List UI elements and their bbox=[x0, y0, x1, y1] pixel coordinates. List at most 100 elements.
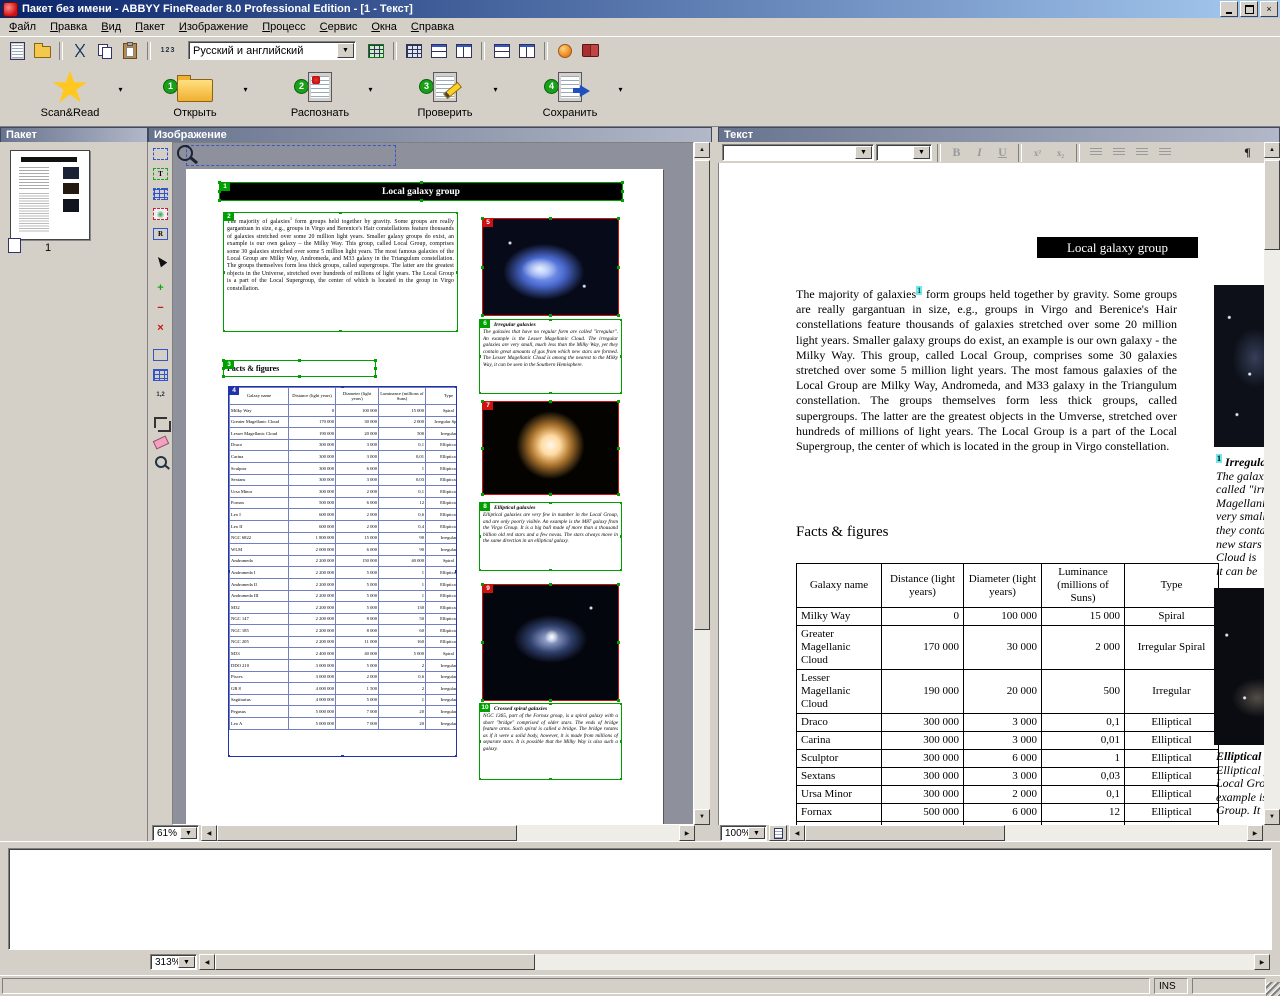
renumber-zones-tool[interactable]: 1,2 bbox=[151, 386, 171, 404]
resize-grip[interactable] bbox=[1266, 982, 1280, 996]
new-batch-button[interactable] bbox=[6, 40, 28, 62]
zone-photo-spiral-galaxy[interactable]: 9 bbox=[481, 583, 620, 702]
recognition-language-combo[interactable]: Русский и английский ▼ bbox=[188, 41, 356, 60]
align-justify-button[interactable] bbox=[1154, 144, 1175, 162]
show-formatting-button[interactable]: ¶ bbox=[1237, 144, 1258, 162]
combo-dropdown-icon[interactable]: ▼ bbox=[855, 146, 872, 159]
combo-dropdown-icon[interactable]: ▼ bbox=[913, 146, 930, 159]
eraser-tool[interactable] bbox=[151, 433, 171, 451]
open-image-button[interactable]: 1 Открыть bbox=[151, 69, 239, 119]
zone-facts-heading[interactable]: 3 Facts & figures bbox=[222, 359, 377, 378]
delete-zone-tool[interactable]: × bbox=[151, 319, 171, 337]
align-left-button[interactable] bbox=[1085, 144, 1106, 162]
minimize-button[interactable] bbox=[1220, 1, 1238, 17]
scroll-left-icon[interactable]: ◀ bbox=[789, 825, 805, 841]
scroll-thumb[interactable] bbox=[215, 954, 535, 970]
restore-button[interactable] bbox=[1240, 1, 1258, 17]
text-zone-tool[interactable]: T bbox=[151, 165, 171, 183]
open-dropdown-icon[interactable]: ▾ bbox=[239, 85, 252, 94]
picture-zone-tool[interactable] bbox=[151, 205, 171, 223]
menu-item[interactable]: Изображение bbox=[172, 19, 255, 35]
underline-button[interactable]: U bbox=[992, 144, 1013, 162]
subscript-button[interactable]: x₂ bbox=[1050, 144, 1071, 162]
page-view-button[interactable] bbox=[428, 40, 450, 62]
text-zoom-combo[interactable]: 100% ▼ bbox=[720, 825, 767, 841]
check-spelling-button[interactable]: 3 Проверить bbox=[401, 69, 489, 119]
crop-tool[interactable] bbox=[151, 413, 171, 432]
fit-page-button[interactable] bbox=[769, 825, 787, 841]
menu-item[interactable]: Файл bbox=[2, 19, 43, 35]
paste-button[interactable] bbox=[119, 40, 141, 62]
font-size-combo[interactable]: ▼ bbox=[876, 144, 932, 161]
zone-photo-irregular-galaxy[interactable]: 5 bbox=[481, 217, 620, 317]
menu-item[interactable]: Процесс bbox=[255, 19, 312, 35]
bold-button[interactable]: B bbox=[946, 144, 967, 162]
save-button[interactable]: 4 Сохранить bbox=[526, 69, 614, 119]
scroll-down-icon[interactable]: ▼ bbox=[694, 809, 710, 825]
cut-button[interactable] bbox=[69, 40, 91, 62]
menu-item[interactable]: Сервис bbox=[313, 19, 365, 35]
image-vertical-scrollbar[interactable]: ▲ ▼ bbox=[694, 142, 710, 825]
font-name-combo[interactable]: ▼ bbox=[722, 144, 874, 161]
recognize-button[interactable]: 2 Распознать bbox=[276, 69, 364, 119]
scroll-left-icon[interactable]: ◀ bbox=[201, 825, 217, 841]
zone-caption-crossed-spiral[interactable]: 10 Crossed spiral galaxies NGC 1365, par… bbox=[479, 703, 622, 780]
scroll-track[interactable] bbox=[215, 954, 1254, 970]
combo-dropdown-icon[interactable]: ▼ bbox=[178, 956, 195, 968]
scroll-down-icon[interactable]: ▼ bbox=[1264, 809, 1280, 825]
split-zone-tool[interactable] bbox=[151, 366, 171, 384]
scroll-right-icon[interactable]: ▶ bbox=[679, 825, 695, 841]
scroll-thumb[interactable] bbox=[805, 825, 1005, 841]
marquee-zone-tool[interactable] bbox=[151, 145, 171, 163]
text-vertical-scrollbar[interactable]: ▲ ▼ bbox=[1264, 142, 1280, 825]
scroll-track[interactable] bbox=[1264, 158, 1280, 809]
scroll-left-icon[interactable]: ◀ bbox=[199, 954, 215, 970]
zone-caption-elliptical[interactable]: 8 Elliptical galaxies Elliptical galaxie… bbox=[479, 502, 622, 571]
page-image-button[interactable] bbox=[453, 40, 475, 62]
scroll-thumb[interactable] bbox=[217, 825, 517, 841]
scroll-up-icon[interactable]: ▲ bbox=[694, 142, 710, 158]
zoom-window-view[interactable] bbox=[8, 848, 1272, 950]
page-thumbnail[interactable] bbox=[10, 150, 90, 240]
selection-marquee[interactable] bbox=[186, 145, 396, 166]
zone-photo-elliptical-galaxy[interactable]: 7 bbox=[481, 400, 620, 496]
menu-item[interactable]: Окна bbox=[364, 19, 404, 35]
add-zone-part-tool[interactable]: + bbox=[151, 279, 171, 297]
zone-intro-text[interactable]: 2 The majority of galaxies1 form groups … bbox=[223, 212, 458, 332]
zone-caption-irregular[interactable]: 6 Irregular galaxies The galaxies that h… bbox=[479, 319, 622, 394]
menu-item[interactable]: Вид bbox=[94, 19, 128, 35]
scanned-page[interactable]: 1 Local galaxy group 2 The majority of g… bbox=[186, 169, 663, 824]
zoom-window-zoom-combo[interactable]: 313% ▼ bbox=[150, 954, 197, 970]
renumber-pages-button[interactable]: 123 bbox=[157, 40, 179, 62]
scroll-thumb[interactable] bbox=[694, 160, 710, 630]
scroll-right-icon[interactable]: ▶ bbox=[1247, 825, 1263, 841]
scroll-thumb[interactable] bbox=[1264, 160, 1280, 250]
cut-zone-part-tool[interactable]: − bbox=[151, 299, 171, 317]
pointer-tool[interactable] bbox=[151, 252, 171, 270]
close-button[interactable]: × bbox=[1260, 1, 1278, 17]
combo-dropdown-icon[interactable]: ▼ bbox=[337, 43, 354, 58]
table-zone-tool[interactable] bbox=[151, 185, 171, 203]
scroll-track[interactable] bbox=[805, 825, 1247, 841]
open-batch-button[interactable] bbox=[31, 40, 53, 62]
combo-dropdown-icon[interactable]: ▼ bbox=[180, 827, 197, 839]
image-canvas[interactable]: 1 Local galaxy group 2 The majority of g… bbox=[172, 142, 694, 825]
scroll-track[interactable] bbox=[694, 158, 710, 809]
menu-item[interactable]: Справка bbox=[404, 19, 461, 35]
options-button[interactable] bbox=[554, 40, 576, 62]
scroll-track[interactable] bbox=[217, 825, 679, 841]
save-dropdown-icon[interactable]: ▾ bbox=[614, 85, 627, 94]
scroll-up-icon[interactable]: ▲ bbox=[1264, 142, 1280, 158]
combo-dropdown-icon[interactable]: ▼ bbox=[748, 827, 765, 839]
help-button[interactable] bbox=[579, 40, 601, 62]
window-horizontal-button[interactable] bbox=[491, 40, 513, 62]
align-center-button[interactable] bbox=[1108, 144, 1129, 162]
menu-item[interactable]: Правка bbox=[43, 19, 94, 35]
menu-item[interactable]: Пакет bbox=[128, 19, 172, 35]
italic-button[interactable]: I bbox=[969, 144, 990, 162]
copy-button[interactable] bbox=[94, 40, 116, 62]
superscript-button[interactable]: x² bbox=[1027, 144, 1048, 162]
check-dropdown-icon[interactable]: ▾ bbox=[489, 85, 502, 94]
recognize-dropdown-icon[interactable]: ▾ bbox=[364, 85, 377, 94]
recognize-zone-tool[interactable]: R bbox=[151, 225, 171, 243]
